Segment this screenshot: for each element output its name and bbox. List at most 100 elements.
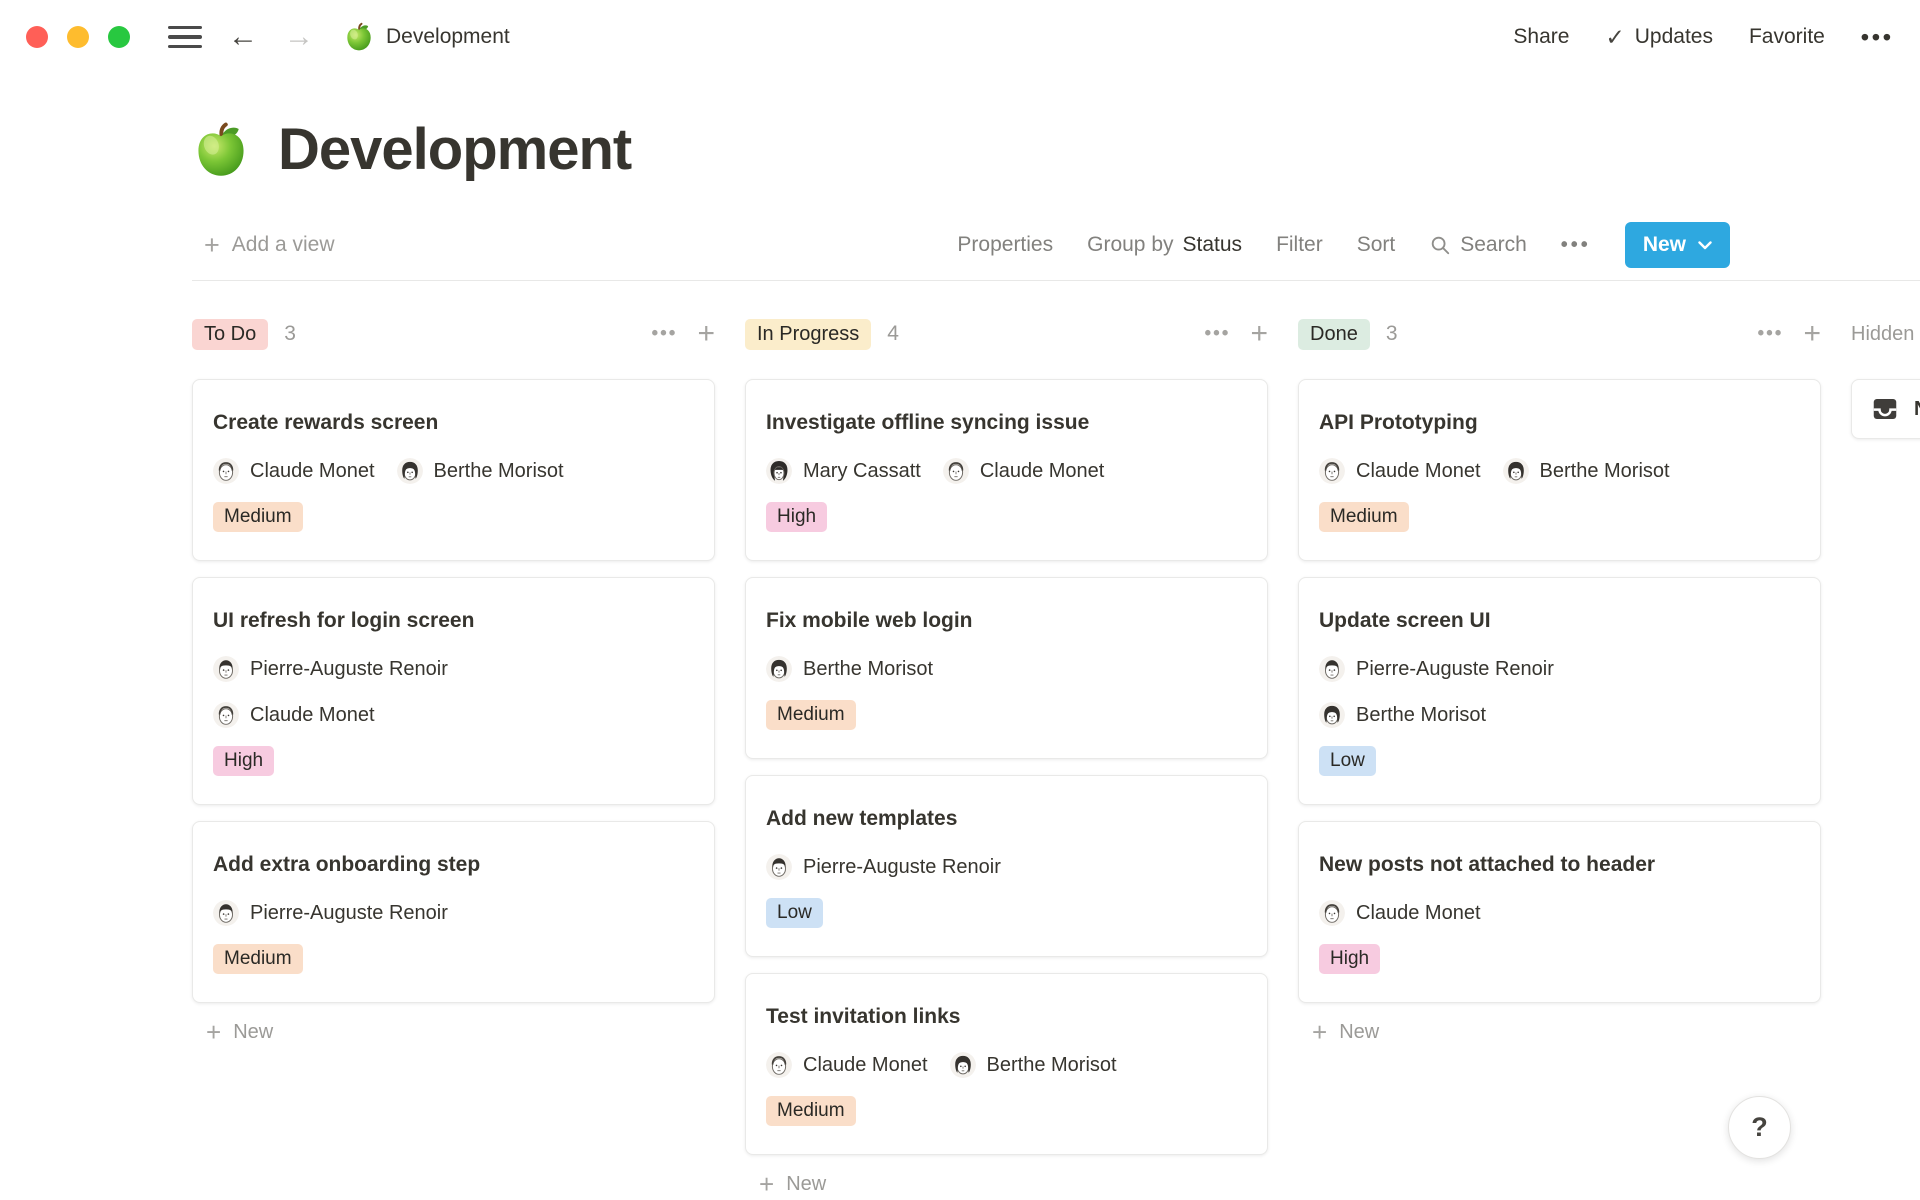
- avatar-berthe-morisot: [397, 458, 423, 484]
- plus-icon: +: [206, 1019, 221, 1045]
- avatar-claude-monet: [213, 458, 239, 484]
- status-badge[interactable]: Done: [1298, 319, 1370, 350]
- avatar-pierre-auguste-renoir: [213, 900, 239, 926]
- priority-badge: Low: [1319, 746, 1376, 776]
- avatar-pierre-auguste-renoir: [213, 656, 239, 682]
- priority-badge: Medium: [213, 502, 303, 532]
- card-title: Fix mobile web login: [766, 606, 1247, 636]
- close-window-button[interactable]: [26, 26, 48, 48]
- search-icon: [1429, 234, 1451, 256]
- group-by-button[interactable]: Group by Status: [1087, 233, 1242, 257]
- search-button[interactable]: Search: [1429, 233, 1527, 257]
- back-arrow-icon[interactable]: ←: [228, 22, 258, 52]
- column-more-icon[interactable]: •••: [1205, 323, 1231, 345]
- column-in-progress: In Progress 4 ••• + Investigate offline …: [745, 317, 1268, 1197]
- card-title: Add extra onboarding step: [213, 850, 694, 880]
- avatar-berthe-morisot: [1319, 702, 1345, 728]
- more-options-icon[interactable]: •••: [1861, 24, 1894, 51]
- card-api-prototyping[interactable]: API Prototyping Claude Monet Berthe Mori…: [1298, 379, 1821, 561]
- column-add-icon[interactable]: +: [1803, 319, 1821, 349]
- assignee-chip: Claude Monet: [1319, 898, 1481, 928]
- priority-badge: Medium: [766, 700, 856, 730]
- column-more-icon[interactable]: •••: [1758, 323, 1784, 345]
- avatar-pierre-auguste-renoir: [1319, 656, 1345, 682]
- view-toolbar: + Add a view Properties Group by Status …: [192, 220, 1730, 270]
- card-update-screen-ui[interactable]: Update screen UI Pierre-Auguste Renoir B…: [1298, 577, 1821, 805]
- card-count: 3: [1386, 322, 1398, 346]
- priority-badge: Low: [766, 898, 823, 928]
- view-more-options-icon[interactable]: •••: [1561, 234, 1591, 257]
- new-button[interactable]: New: [1625, 222, 1730, 268]
- chevron-down-icon: [1698, 241, 1712, 250]
- card-title: Create rewards screen: [213, 408, 694, 438]
- help-button[interactable]: ?: [1728, 1096, 1791, 1159]
- add-card-button[interactable]: + New: [192, 1019, 715, 1045]
- assignee-chip: Pierre-Auguste Renoir: [766, 852, 1001, 882]
- status-badge[interactable]: In Progress: [745, 319, 871, 350]
- avatar-claude-monet: [1319, 458, 1345, 484]
- sidebar-menu-icon[interactable]: [168, 26, 202, 49]
- priority-badge: High: [766, 502, 827, 532]
- favorite-button[interactable]: Favorite: [1749, 25, 1825, 49]
- filter-button[interactable]: Filter: [1276, 233, 1323, 257]
- assignee-chip: Berthe Morisot: [766, 654, 933, 684]
- minimize-window-button[interactable]: [67, 26, 89, 48]
- add-card-button[interactable]: + New: [1298, 1019, 1821, 1045]
- apple-emoji-icon: [344, 22, 374, 52]
- hidden-columns-toggle[interactable]: Hidden columns: [1851, 317, 1920, 351]
- priority-badge: Medium: [766, 1096, 856, 1126]
- apple-emoji-icon: [192, 121, 250, 179]
- assignee-chip: Pierre-Auguste Renoir: [213, 654, 448, 684]
- page-title-block: Development: [192, 112, 1920, 188]
- hidden-group-no-status[interactable]: No Status: [1851, 379, 1920, 439]
- check-icon: ✓: [1605, 24, 1624, 51]
- forward-arrow-icon[interactable]: →: [284, 22, 314, 52]
- column-add-icon[interactable]: +: [697, 319, 715, 349]
- priority-badge: High: [1319, 944, 1380, 974]
- group-by-value: Status: [1183, 233, 1243, 257]
- column-add-icon[interactable]: +: [1250, 319, 1268, 349]
- card-test-invitation-links[interactable]: Test invitation links Claude Monet Berth…: [745, 973, 1268, 1155]
- traffic-lights: [26, 26, 130, 48]
- card-add-extra-onboarding-step[interactable]: Add extra onboarding step Pierre-Auguste…: [192, 821, 715, 1003]
- avatar-claude-monet: [943, 458, 969, 484]
- card-create-rewards-screen[interactable]: Create rewards screen Claude Monet Berth…: [192, 379, 715, 561]
- card-title: Investigate offline syncing issue: [766, 408, 1247, 438]
- card-investigate-offline-syncing-issue[interactable]: Investigate offline syncing issue Mary C…: [745, 379, 1268, 561]
- avatar-claude-monet: [1319, 900, 1345, 926]
- updates-button[interactable]: ✓ Updates: [1605, 24, 1713, 51]
- card-title: UI refresh for login screen: [213, 606, 694, 636]
- share-button[interactable]: Share: [1513, 25, 1569, 49]
- plus-icon: +: [759, 1171, 774, 1197]
- properties-button[interactable]: Properties: [957, 233, 1053, 257]
- topbar: ← → Development Share ✓ Updates Favorite…: [0, 0, 1920, 74]
- assignee-chip: Berthe Morisot: [950, 1050, 1117, 1080]
- card-count: 3: [284, 322, 296, 346]
- sort-button[interactable]: Sort: [1357, 233, 1396, 257]
- card-new-posts-not-attached-to-header[interactable]: New posts not attached to header Claude …: [1298, 821, 1821, 1003]
- card-add-new-templates[interactable]: Add new templates Pierre-Auguste Renoir …: [745, 775, 1268, 957]
- assignee-chip: Claude Monet: [213, 700, 375, 730]
- breadcrumb[interactable]: Development: [344, 22, 510, 52]
- card-fix-mobile-web-login[interactable]: Fix mobile web login Berthe Morisot Medi…: [745, 577, 1268, 759]
- avatar-pierre-auguste-renoir: [766, 854, 792, 880]
- assignee-chip: Berthe Morisot: [397, 456, 564, 486]
- add-view-button[interactable]: + Add a view: [192, 232, 335, 259]
- question-mark-icon: ?: [1751, 1112, 1768, 1143]
- hidden-columns-section: Hidden columns No Status: [1851, 317, 1920, 439]
- assignee-chip: Pierre-Auguste Renoir: [1319, 654, 1554, 684]
- card-title: Update screen UI: [1319, 606, 1800, 636]
- card-title: New posts not attached to header: [1319, 850, 1800, 880]
- card-ui-refresh-for-login-screen[interactable]: UI refresh for login screen Pierre-Augus…: [192, 577, 715, 805]
- avatar-berthe-morisot: [766, 656, 792, 682]
- zoom-window-button[interactable]: [108, 26, 130, 48]
- status-badge[interactable]: To Do: [192, 319, 268, 350]
- assignee-chip: Claude Monet: [213, 456, 375, 486]
- column-header: In Progress 4 ••• +: [745, 317, 1268, 351]
- page-title[interactable]: Development: [278, 112, 631, 188]
- add-card-button[interactable]: + New: [745, 1171, 1268, 1197]
- avatar-mary-cassatt: [766, 458, 792, 484]
- priority-badge: Medium: [213, 944, 303, 974]
- assignee-chip: Claude Monet: [1319, 456, 1481, 486]
- column-more-icon[interactable]: •••: [652, 323, 678, 345]
